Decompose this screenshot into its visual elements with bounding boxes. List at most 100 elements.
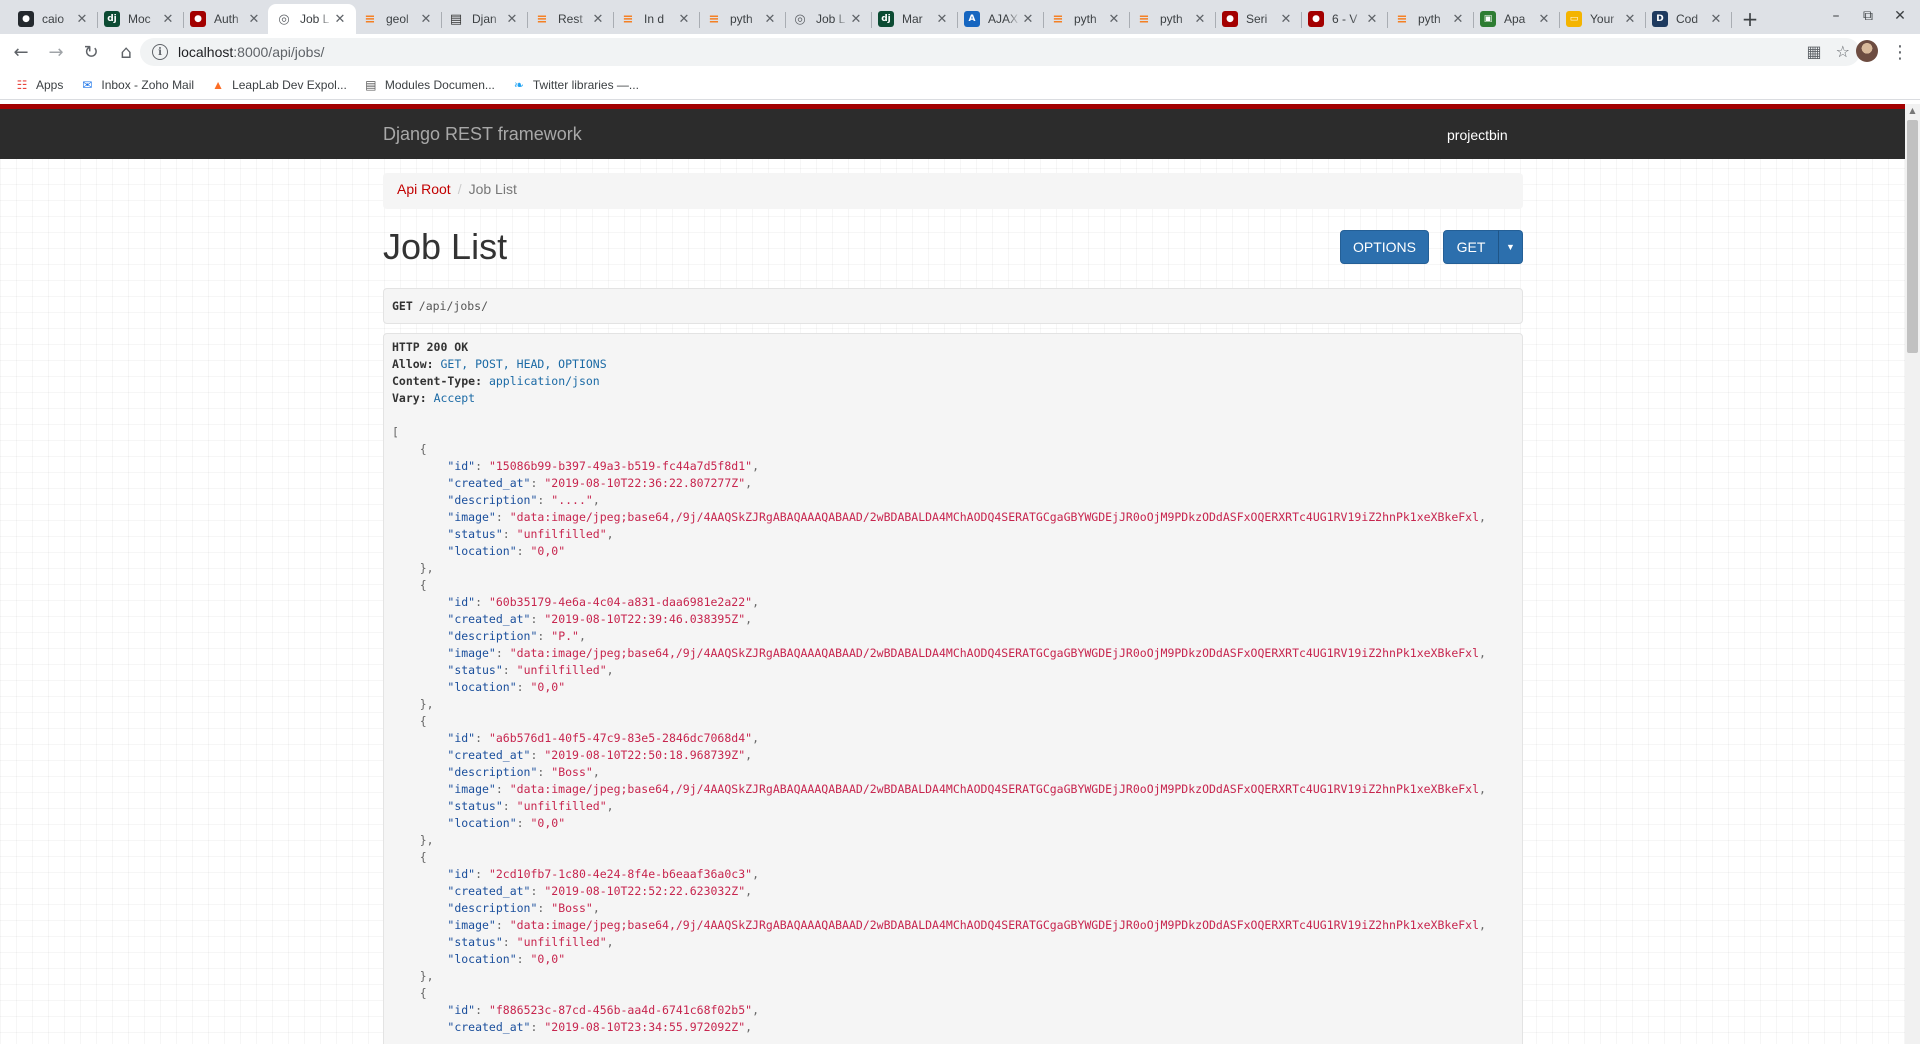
url-host: localhost bbox=[178, 44, 234, 60]
browser-tab[interactable]: ● caio ✕ bbox=[10, 4, 98, 34]
get-button[interactable]: GET bbox=[1443, 230, 1499, 264]
browser-tab[interactable]: ▣ Apa ✕ bbox=[1472, 4, 1560, 34]
json-value-created-at: "2019-08-10T23:34:55.972092Z" bbox=[544, 1020, 746, 1034]
tab-close-icon[interactable]: ✕ bbox=[676, 12, 692, 27]
slides-icon: ▭ bbox=[1566, 11, 1582, 27]
json-value-status: "unfilfilled" bbox=[516, 799, 607, 813]
json-key: "description" bbox=[447, 765, 538, 779]
browser-tab[interactable]: ▭ Your ✕ bbox=[1558, 4, 1646, 34]
json-comma: , bbox=[1479, 918, 1486, 932]
navbar-user[interactable]: projectbin bbox=[1447, 127, 1508, 143]
browser-tab[interactable]: ≡ geol ✕ bbox=[354, 4, 442, 34]
bookmark-item[interactable]: ▤ Modules Documen... bbox=[363, 77, 495, 93]
browser-tab[interactable]: ● Auth ✕ bbox=[182, 4, 270, 34]
response-line: HTTP 200 OK bbox=[392, 339, 1522, 356]
home-icon[interactable]: ⌂ bbox=[112, 38, 140, 66]
translate-icon[interactable]: ▦ bbox=[1807, 42, 1822, 61]
json-brace: { bbox=[419, 714, 427, 728]
reload-icon[interactable]: ↻ bbox=[77, 38, 105, 66]
browser-tab[interactable]: ≡ Rest ✕ bbox=[526, 4, 614, 34]
scrollbar-thumb[interactable] bbox=[1907, 120, 1918, 353]
tab-close-icon[interactable]: ✕ bbox=[848, 12, 864, 27]
browser-tab[interactable]: D Cod ✕ bbox=[1644, 4, 1732, 34]
browser-tab[interactable]: dj Moc ✕ bbox=[96, 4, 184, 34]
browser-tab[interactable]: ◎ Job L ✕ bbox=[784, 4, 872, 34]
browser-menu-icon[interactable]: ⋮ bbox=[1890, 38, 1910, 66]
json-colon: : bbox=[495, 918, 510, 932]
tab-close-icon[interactable]: ✕ bbox=[1622, 12, 1638, 27]
options-button[interactable]: OPTIONS bbox=[1340, 230, 1429, 264]
bookmark-item[interactable]: ☷ Apps bbox=[14, 77, 64, 93]
json-colon: : bbox=[475, 595, 489, 609]
browser-tab[interactable]: ≡ In d ✕ bbox=[612, 4, 700, 34]
tab-close-icon[interactable]: ✕ bbox=[74, 12, 90, 27]
back-arrow-icon[interactable]: ← bbox=[7, 38, 35, 66]
tab-title: pyth bbox=[1418, 12, 1441, 26]
new-tab-button[interactable]: + bbox=[1736, 4, 1764, 34]
browser-tab[interactable]: ▤ Djan ✕ bbox=[440, 4, 528, 34]
breadcrumb-api-root[interactable]: Api Root bbox=[397, 181, 451, 197]
tab-close-icon[interactable]: ✕ bbox=[1708, 12, 1724, 27]
stackoverflow-icon: ≡ bbox=[1138, 11, 1150, 27]
json-key: "image" bbox=[447, 510, 496, 524]
response-body: HTTP 200 OK Allow: GET, POST, HEAD, OPTIO… bbox=[392, 339, 1522, 1036]
json-key: "status" bbox=[447, 663, 503, 677]
bookmark-item[interactable]: ▲ LeapLab Dev Expol... bbox=[210, 77, 347, 93]
browser-tab[interactable]: dj Mar ✕ bbox=[870, 4, 958, 34]
url-text[interactable]: localhost:8000/api/jobs/ bbox=[178, 44, 324, 60]
tab-close-icon[interactable]: ✕ bbox=[934, 12, 950, 27]
tab-close-icon[interactable]: ✕ bbox=[160, 12, 176, 27]
close-window-icon[interactable]: ✕ bbox=[1884, 0, 1916, 32]
tab-close-icon[interactable]: ✕ bbox=[1020, 12, 1036, 27]
json-brace: }, bbox=[419, 561, 434, 575]
browser-tab[interactable]: ● Seri ✕ bbox=[1214, 4, 1302, 34]
json-value-description: "...." bbox=[551, 493, 593, 507]
address-bar[interactable]: i localhost:8000/api/jobs/ ▦ ☆ bbox=[140, 38, 1860, 66]
browser-tab[interactable]: ≡ pyth ✕ bbox=[1042, 4, 1130, 34]
navbar-brand[interactable]: Django REST framework bbox=[383, 124, 582, 145]
profile-avatar[interactable] bbox=[1856, 40, 1878, 62]
response-line: { bbox=[392, 577, 1522, 594]
minimize-icon[interactable]: – bbox=[1820, 0, 1852, 32]
browser-tab[interactable]: ◎ Job L ✕ bbox=[268, 4, 356, 34]
browser-tab[interactable]: A AJAX ✕ bbox=[956, 4, 1044, 34]
tab-close-icon[interactable]: ✕ bbox=[1192, 12, 1208, 27]
json-brace: { bbox=[419, 986, 427, 1000]
response-line: "id": "15086b99-b397-49a3-b519-fc44a7d5f… bbox=[392, 458, 1522, 475]
restore-icon[interactable]: ⧉ bbox=[1852, 0, 1884, 32]
header-name: Content-Type: bbox=[392, 374, 483, 388]
page-scrollbar[interactable]: ▲ bbox=[1905, 104, 1920, 1044]
tab-close-icon[interactable]: ✕ bbox=[504, 12, 520, 27]
forward-arrow-icon[interactable]: → bbox=[42, 38, 70, 66]
response-line: "created_at": "2019-08-10T23:34:55.97209… bbox=[392, 1019, 1522, 1036]
response-line: "image": "data:image/jpeg;base64,/9j/4AA… bbox=[392, 509, 1522, 526]
json-key: "id" bbox=[447, 595, 476, 609]
browser-tab[interactable]: ● 6 - V ✕ bbox=[1300, 4, 1388, 34]
tab-close-icon[interactable]: ✕ bbox=[1536, 12, 1552, 27]
bookmark-item[interactable]: ✉ Inbox - Zoho Mail bbox=[79, 77, 194, 93]
tab-close-icon[interactable]: ✕ bbox=[1450, 12, 1466, 27]
get-format-dropdown[interactable]: ▼ bbox=[1498, 230, 1523, 264]
browser-tab[interactable]: ≡ pyth ✕ bbox=[1128, 4, 1216, 34]
site-info-icon[interactable]: i bbox=[152, 44, 168, 60]
tab-close-icon[interactable]: ✕ bbox=[1106, 12, 1122, 27]
browser-tab[interactable]: ≡ pyth ✕ bbox=[1386, 4, 1474, 34]
json-colon: : bbox=[475, 867, 489, 881]
tab-close-icon[interactable]: ✕ bbox=[762, 12, 778, 27]
tab-close-icon[interactable]: ✕ bbox=[590, 12, 606, 27]
tab-close-icon[interactable]: ✕ bbox=[332, 12, 348, 27]
tab-close-icon[interactable]: ✕ bbox=[1278, 12, 1294, 27]
browser-tab[interactable]: ≡ pyth ✕ bbox=[698, 4, 786, 34]
browser-tab-strip: ● caio ✕ dj Moc ✕ ● Auth ✕ ◎ Job L ✕ ≡ geol ✕ ▤ Djan ✕ ≡ Re… bbox=[0, 0, 1920, 34]
bookmark-star-icon[interactable]: ☆ bbox=[1836, 42, 1850, 61]
tab-close-icon[interactable]: ✕ bbox=[1364, 12, 1380, 27]
json-brace: { bbox=[419, 442, 427, 456]
json-value-image: "data:image/jpeg;base64,/9j/4AAQSkZJRgAB… bbox=[509, 918, 1480, 932]
tab-close-icon[interactable]: ✕ bbox=[418, 12, 434, 27]
response-line: "location": "0,0" bbox=[392, 679, 1522, 696]
tab-close-icon[interactable]: ✕ bbox=[246, 12, 262, 27]
bookmark-item[interactable]: ❧ Twitter libraries —... bbox=[511, 77, 639, 93]
scroll-up-arrow-icon[interactable]: ▲ bbox=[1905, 104, 1920, 118]
response-line: "id": "2cd10fb7-1c80-4e24-8f4e-b6eaaf36a… bbox=[392, 866, 1522, 883]
response-line: "image": "data:image/jpeg;base64,/9j/4AA… bbox=[392, 781, 1522, 798]
